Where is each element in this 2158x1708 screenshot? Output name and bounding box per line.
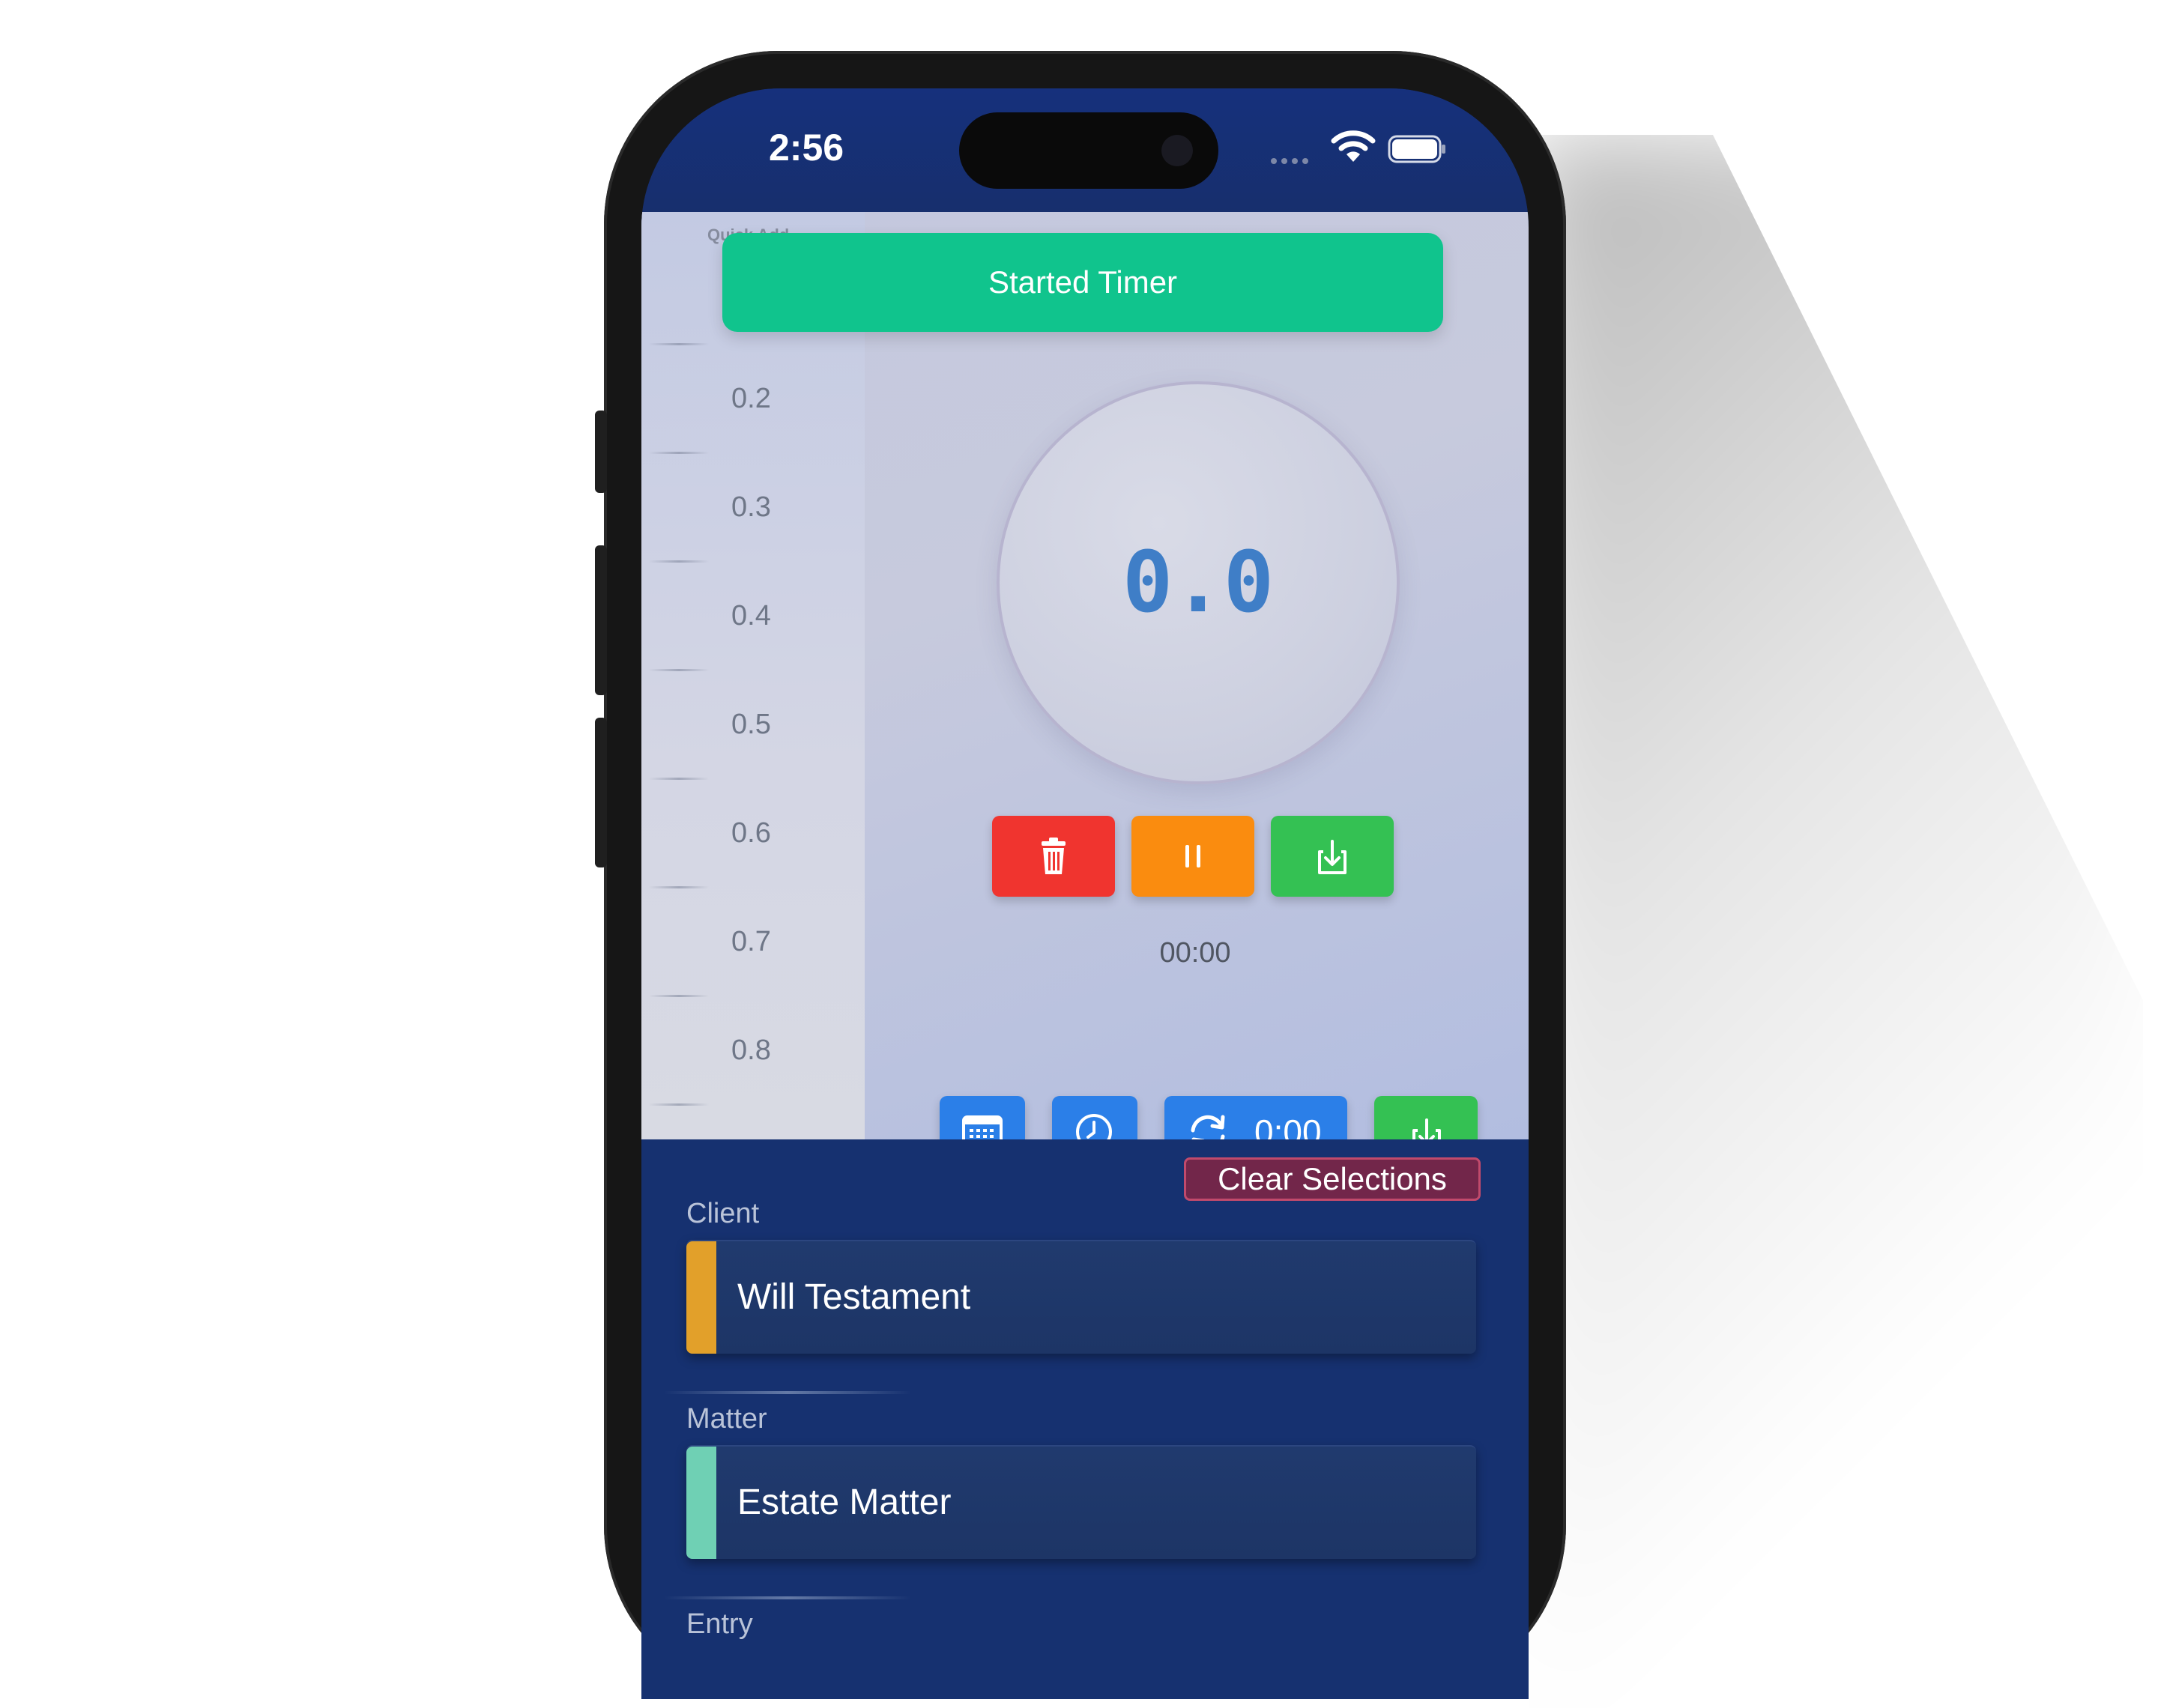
screen: 2:56 Quick Add 0.2 0.3 (641, 88, 1529, 1699)
client-value: Will Testament (737, 1277, 971, 1317)
quick-add-item[interactable]: 0.5 (731, 709, 771, 741)
pause-button[interactable] (1131, 816, 1254, 897)
entry-form: Clear Selections Client Will Testament M… (641, 1139, 1529, 1699)
section-divider (664, 1596, 911, 1599)
wifi-icon (1331, 130, 1376, 162)
matter-label: Matter (686, 1403, 767, 1435)
quick-add-item[interactable]: 0.8 (731, 1035, 771, 1067)
matter-value: Estate Matter (737, 1483, 952, 1522)
save-icon (1318, 840, 1347, 874)
client-field[interactable]: Will Testament (686, 1240, 1476, 1354)
signal-icon (1271, 154, 1313, 168)
timer-panel: Quick Add 0.2 0.3 0.4 0.5 0.6 0.7 0.8 St… (641, 212, 1529, 1168)
phone-frame: 2:56 Quick Add 0.2 0.3 (595, 51, 1566, 1699)
phone-shadow (1529, 135, 2143, 1708)
battery-icon (1388, 135, 1445, 163)
entry-label: Entry (686, 1608, 753, 1640)
quick-add-item[interactable]: 0.3 (731, 491, 771, 524)
dynamic-island (959, 112, 1218, 189)
client-label: Client (686, 1198, 760, 1229)
quick-add-divider (649, 343, 709, 345)
timer-dial[interactable]: 0.0 (997, 381, 1400, 784)
clear-selections-button[interactable]: Clear Selections (1184, 1157, 1481, 1201)
toast-notification: Started Timer (722, 233, 1443, 332)
quick-add-divider (649, 1103, 709, 1106)
timer-hours: 0.0 (1122, 534, 1275, 632)
quick-add-item[interactable]: 0.6 (731, 817, 771, 850)
quick-add-divider (649, 452, 709, 454)
quick-add-divider (649, 560, 709, 563)
client-color-stripe (686, 1241, 716, 1354)
status-bar: 2:56 (641, 88, 1529, 212)
quick-add-divider (649, 669, 709, 671)
delete-button[interactable] (992, 816, 1115, 897)
elapsed-time: 00:00 (1159, 937, 1231, 969)
status-time: 2:56 (769, 127, 844, 169)
matter-color-stripe (686, 1447, 716, 1559)
trash-icon (1042, 838, 1066, 874)
save-button[interactable] (1271, 816, 1394, 897)
quick-add-column[interactable]: Quick Add 0.2 0.3 0.4 0.5 0.6 0.7 0.8 (641, 212, 865, 1139)
pause-icon (1185, 845, 1200, 867)
quick-add-divider (649, 778, 709, 780)
camera-icon (1161, 135, 1193, 166)
quick-add-item[interactable]: 0.4 (731, 600, 771, 632)
quick-add-item[interactable]: 0.2 (731, 383, 771, 415)
quick-add-divider (649, 886, 709, 888)
quick-add-divider (649, 995, 709, 997)
action-button (595, 411, 607, 493)
volume-up-button (595, 545, 607, 695)
section-divider (664, 1391, 911, 1394)
quick-add-item[interactable]: 0.7 (731, 926, 771, 958)
volume-down-button (595, 718, 607, 867)
matter-field[interactable]: Estate Matter (686, 1445, 1476, 1559)
